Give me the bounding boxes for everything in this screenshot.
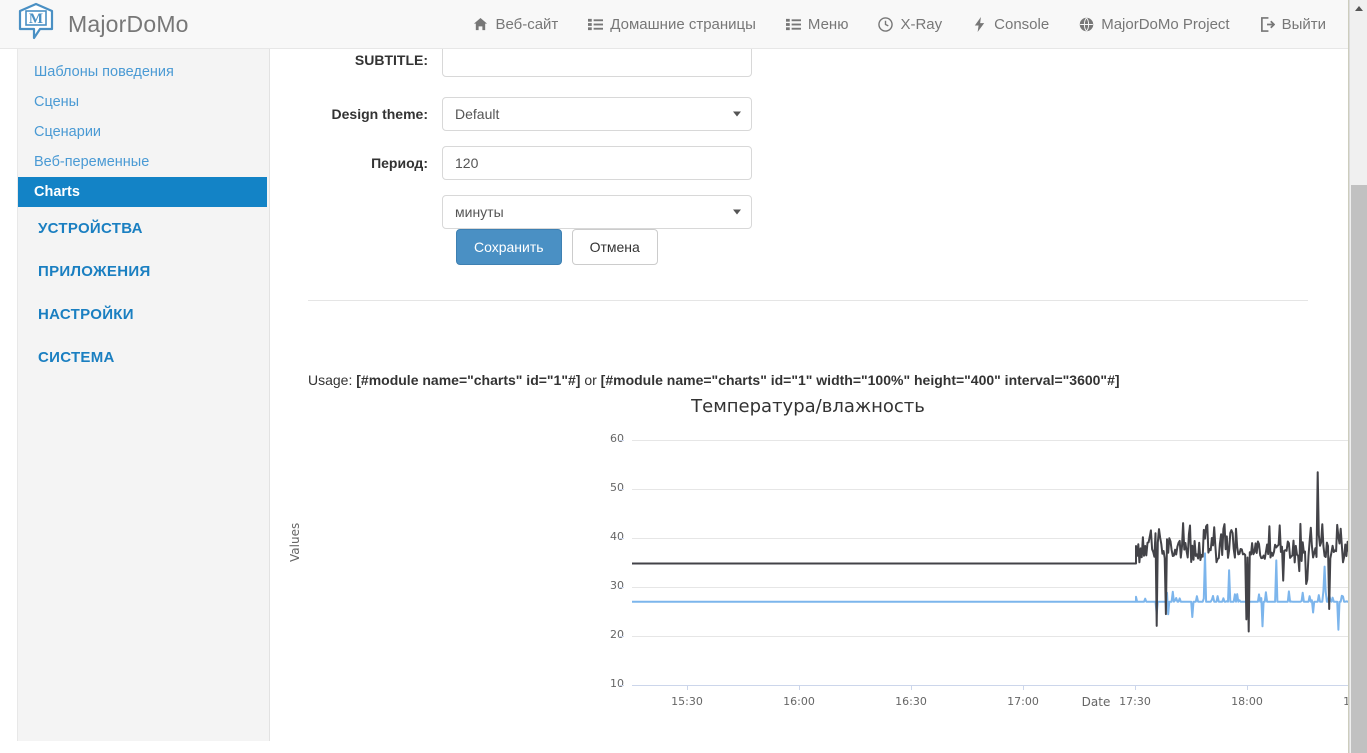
chart-y-tick-label: 10 [584, 677, 624, 690]
subtitle-label: SUBTITLE: [270, 49, 442, 77]
chart-x-tick-mark [1135, 685, 1136, 690]
chart-series-humidity [632, 472, 1349, 631]
usage-prefix: Usage: [308, 372, 356, 388]
nav-item-home-pages-label: Домашние страницы [610, 16, 756, 33]
form-row-subtitle: SUBTITLE: [270, 49, 752, 77]
chart-y-tick-mark [619, 636, 624, 637]
chart-y-tick-mark [619, 440, 624, 441]
nav-item-x-ray[interactable]: X-Ray [863, 0, 957, 48]
sidebar-item-scenarios[interactable]: Сценарии [18, 117, 269, 147]
top-nav-items: Веб-сайт Домашние страницы [458, 0, 1341, 48]
nav-item-majordomo-project[interactable]: MajorDoMo Project [1064, 0, 1244, 48]
list-icon [786, 17, 801, 32]
usage-code-1: [#module name="charts" id="1"#] [356, 372, 580, 388]
design-theme-label: Design theme: [270, 97, 442, 131]
save-button[interactable]: Сохранить [456, 229, 562, 265]
section-divider [308, 300, 1308, 301]
chart-y-axis-ticks: 102030405060 [576, 440, 624, 685]
chart-title: Температура/влажность [308, 396, 1308, 417]
nav-item-majordomo-project-label: MajorDoMo Project [1101, 16, 1229, 33]
scrollbar-thumb[interactable] [1351, 185, 1367, 753]
chart-y-tick-mark [619, 587, 624, 588]
chart-y-tick-label: 50 [584, 481, 624, 494]
chart-x-tick-mark [1247, 685, 1248, 690]
top-navbar: M MajorDoMo Веб-сайт [0, 0, 1349, 49]
svg-text:M: M [29, 11, 43, 27]
chart-plot-area [632, 440, 1349, 685]
sidebar-item-charts[interactable]: Charts [18, 177, 267, 207]
majordomo-logo-icon: M [14, 2, 58, 46]
list-icon [588, 17, 603, 32]
sidebar-section-system[interactable]: СИСТЕМА [18, 336, 269, 379]
design-theme-select[interactable]: Default [442, 97, 752, 131]
chart-y-tick-label: 60 [584, 432, 624, 445]
sidebar: Шаблоны поведения Сцены Сценарии Веб-пер… [18, 49, 270, 741]
brand-name: MajorDoMo [68, 11, 189, 38]
subtitle-input[interactable] [442, 49, 752, 77]
usage-middle: or [580, 372, 600, 388]
brand[interactable]: M MajorDoMo [14, 2, 189, 46]
sidebar-item-web-variables[interactable]: Веб-переменные [18, 147, 269, 177]
chart-x-tick-mark [799, 685, 800, 690]
cancel-button[interactable]: Отмена [572, 229, 658, 265]
nav-item-console-label: Console [994, 16, 1049, 33]
page-left-margin [0, 49, 18, 741]
chart-series-canvas [632, 440, 1349, 685]
usage-code-2: [#module name="charts" id="1" width="100… [601, 372, 1120, 388]
clock-icon [878, 17, 893, 32]
chevron-down-icon [733, 210, 741, 215]
chart-y-tick-label: 30 [584, 579, 624, 592]
vertical-scrollbar[interactable] [1349, 0, 1367, 753]
temperature-humidity-chart: Температура/влажность Values 10203040506… [308, 389, 1308, 741]
period-unit-select[interactable]: минуты [442, 195, 752, 229]
nav-item-logout-label: Выйти [1282, 16, 1326, 33]
home-icon [473, 17, 488, 32]
sidebar-item-scenes[interactable]: Сцены [18, 87, 269, 117]
chart-y-tick-mark [619, 685, 624, 686]
chart-y-tick-mark [619, 489, 624, 490]
main-content: SUBTITLE: Design theme: Default Период: … [270, 49, 1349, 741]
period-label: Период: [270, 146, 442, 180]
bolt-icon [972, 17, 987, 32]
chart-x-tick-mark [1023, 685, 1024, 690]
page-root: M MajorDoMo Веб-сайт [0, 0, 1367, 753]
scroll-up-button[interactable] [1350, 0, 1367, 17]
form-row-period: Период: минуты [270, 146, 752, 229]
nav-item-menu[interactable]: Меню [771, 0, 864, 48]
usage-hint: Usage: [#module name="charts" id="1"#] o… [308, 370, 1318, 390]
nav-item-website-label: Веб-сайт [495, 16, 558, 33]
nav-item-x-ray-label: X-Ray [900, 16, 942, 33]
chart-y-axis-label: Values [288, 523, 302, 562]
nav-item-website[interactable]: Веб-сайт [458, 0, 573, 48]
chart-series-temperature [632, 529, 1349, 630]
chart-x-axis-label: Date [632, 695, 1349, 709]
globe-icon [1079, 17, 1094, 32]
chevron-down-icon [733, 112, 741, 117]
sidebar-section-devices[interactable]: УСТРОЙСТВА [18, 207, 269, 250]
chart-y-tick-mark [619, 538, 624, 539]
chart-y-tick-label: 40 [584, 530, 624, 543]
sidebar-item-behavior-templates[interactable]: Шаблоны поведения [18, 57, 269, 87]
sidebar-section-applications[interactable]: ПРИЛОЖЕНИЯ [18, 250, 269, 293]
form-row-design-theme: Design theme: Default [270, 97, 752, 131]
nav-item-home-pages[interactable]: Домашние страницы [573, 0, 771, 48]
chart-x-tick-mark [687, 685, 688, 690]
form-actions: Сохранить Отмена [456, 229, 658, 265]
nav-item-console[interactable]: Console [957, 0, 1064, 48]
chart-y-tick-label: 20 [584, 628, 624, 641]
period-input[interactable] [442, 146, 752, 180]
sign-out-icon [1260, 17, 1275, 32]
chart-x-tick-mark [911, 685, 912, 690]
nav-item-logout[interactable]: Выйти [1245, 0, 1341, 48]
period-unit-value: минуты [455, 204, 504, 220]
nav-item-menu-label: Меню [808, 16, 849, 33]
sidebar-section-settings[interactable]: НАСТРОЙКИ [18, 293, 269, 336]
chevron-up-icon [1355, 6, 1363, 11]
design-theme-value: Default [455, 106, 499, 122]
